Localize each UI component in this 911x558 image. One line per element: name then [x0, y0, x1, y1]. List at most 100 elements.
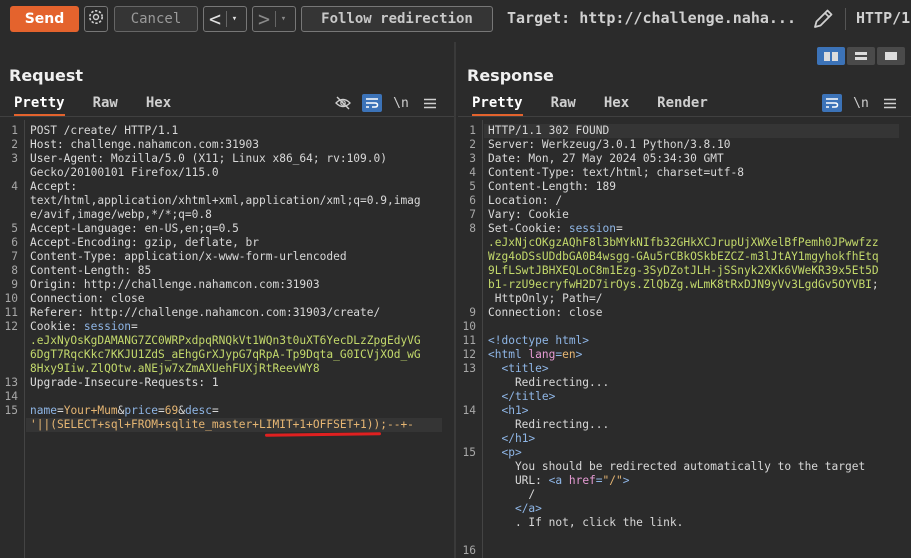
- code-token: You should be redirected automatically t…: [488, 460, 866, 473]
- settings-button[interactable]: [84, 6, 108, 32]
- code-token: application/x-www-form-urlencoded: [124, 250, 347, 263]
- code-line: URL: <a href="/">: [488, 474, 630, 488]
- line-number: 3: [469, 152, 476, 165]
- menu-icon[interactable]: [420, 94, 440, 112]
- tab-response-raw[interactable]: Raw: [551, 94, 576, 116]
- code-line: Location: /: [488, 194, 562, 208]
- code-line: <p>: [488, 446, 522, 460]
- chevron-down-icon[interactable]: ▾: [226, 11, 242, 27]
- eye-off-icon[interactable]: [333, 94, 353, 112]
- newline-icon[interactable]: \n: [851, 94, 871, 112]
- menu-icon[interactable]: [880, 94, 900, 112]
- code-token: <!doctype html>: [488, 334, 590, 347]
- request-title: Request: [9, 66, 84, 85]
- line-number: 10: [462, 320, 476, 333]
- layout-side-by-side-button[interactable]: [817, 47, 845, 65]
- layout-tabs-button[interactable]: [877, 47, 905, 65]
- code-token: Server:: [488, 138, 542, 151]
- code-line: Date: Mon, 27 May 2024 05:34:30 GMT: [488, 152, 724, 166]
- code-token: =: [158, 404, 165, 417]
- tab-request-pretty[interactable]: Pretty: [14, 94, 65, 116]
- code-token: desc: [185, 404, 212, 417]
- tab-response-hex[interactable]: Hex: [604, 94, 629, 116]
- http-version-selector[interactable]: HTTP/1: [856, 9, 910, 27]
- code-token: Gecko/20100101 Firefox/115.0: [30, 166, 219, 179]
- code-token: Content-Length:: [30, 264, 138, 277]
- chevron-right-icon: >: [257, 7, 271, 31]
- code-token: 9LfLSwtJBHXEQLoC8m1Ezg-3SyDZotJLH-jSSnyk…: [488, 264, 879, 277]
- code-line: Connection: close: [488, 306, 603, 320]
- line-number: 15: [462, 446, 476, 459]
- wrap-icon[interactable]: [362, 94, 382, 112]
- send-button[interactable]: Send: [10, 6, 79, 32]
- line-number: 3: [11, 152, 18, 165]
- code-line: POST /create/ HTTP/1.1: [30, 124, 178, 138]
- code-token: Werkzeug/3.0.1 Python/3.8.10: [541, 138, 731, 151]
- code-token: </h1>: [501, 432, 536, 445]
- pencil-icon: [811, 9, 835, 36]
- code-line: Redirecting...: [488, 376, 609, 390]
- chevron-down-icon[interactable]: ▾: [275, 11, 291, 27]
- tab-request-raw[interactable]: Raw: [93, 94, 118, 116]
- code-token: Mon, 27 May 2024 05:34:30 GMT: [528, 152, 724, 165]
- code-line: HttpOnly; Path=/: [488, 292, 603, 306]
- code-token: 1: [211, 376, 219, 389]
- code-token: gzip, deflate, br: [144, 236, 260, 249]
- layout-toggle: [815, 47, 905, 65]
- request-editor[interactable]: 1 POST /create/ HTTP/1.1 2 Host: challenge.…: [0, 120, 454, 558]
- code-token: close: [110, 292, 145, 305]
- code-token: >: [575, 348, 583, 361]
- code-line: Accept-Encoding: gzip, deflate, br: [30, 236, 259, 250]
- line-number: 12: [4, 320, 18, 333]
- code-token: Wzg4oDSsUDdbGA0B4wsgg-GAu5rCBkOSkbEZCZ-m…: [488, 250, 879, 263]
- code-token: Content-Type:: [488, 166, 583, 179]
- tab-response-pretty[interactable]: Pretty: [472, 94, 523, 116]
- cancel-button[interactable]: Cancel: [114, 6, 198, 32]
- code-line: Redirecting...: [488, 418, 609, 432]
- wrap-icon[interactable]: [822, 94, 842, 112]
- line-number: 11: [4, 306, 18, 319]
- code-token: e/avif,image/webp,*/*;q=0.8: [30, 208, 212, 221]
- target-url: Target: http://challenge.naha...: [507, 9, 796, 27]
- code-token: "/": [602, 474, 623, 487]
- next-request-button[interactable]: > ▾: [252, 6, 296, 32]
- code-line: Content-Type: application/x-www-form-url…: [30, 250, 347, 264]
- tab-response-render[interactable]: Render: [657, 94, 708, 116]
- code-token: session: [568, 222, 616, 235]
- line-number: 14: [462, 404, 476, 417]
- code-token: . If not, click the link.: [488, 516, 684, 529]
- edit-target-button[interactable]: [811, 6, 835, 32]
- line-number: 4: [11, 180, 18, 193]
- code-token: >: [622, 474, 630, 487]
- code-line: Origin: http://challenge.nahamcon.com:31…: [30, 278, 320, 292]
- code-token: .eJxNyOsKgDAMANG7ZC0WRPxdpqRNQkVt1WQn3t0…: [30, 334, 421, 347]
- code-token: text/html; charset=utf-8: [582, 166, 744, 179]
- layout-stacked-button[interactable]: [847, 47, 875, 65]
- follow-redirection-button[interactable]: Follow redirection: [301, 6, 493, 32]
- code-token: Host:: [30, 138, 71, 151]
- code-token: 189: [595, 180, 616, 193]
- line-number: 13: [4, 376, 18, 389]
- tab-request-hex[interactable]: Hex: [146, 94, 171, 116]
- code-token: HTTP/1.1 302 FOUND: [488, 124, 610, 137]
- newline-icon[interactable]: \n: [391, 94, 411, 112]
- response-tabs: Pretty Raw Hex Render: [472, 94, 736, 116]
- previous-request-button[interactable]: < ▾: [203, 6, 247, 32]
- panel-splitter[interactable]: [454, 42, 456, 558]
- code-line: e/avif,image/webp,*/*;q=0.8: [30, 208, 212, 222]
- response-editor[interactable]: 1 HTTP/1.1 302 FOUND 2 Server: Werkzeug/3.0…: [458, 120, 911, 558]
- code-line: Wzg4oDSsUDdbGA0B4wsgg-GAu5rCBkOSkbEZCZ-m…: [488, 250, 879, 264]
- code-line: 6DgT7RqcKkc7KKJU1ZdS_aEhgGrXJypG7qRpA-Tp…: [30, 348, 421, 362]
- request-editor-tools: \n: [324, 94, 440, 112]
- code-token: =: [615, 222, 623, 235]
- code-line: <h1>: [488, 404, 528, 418]
- code-token: challenge.nahamcon.com:31903: [70, 138, 260, 151]
- code-token: <p>: [501, 446, 522, 459]
- code-line: User-Agent: Mozilla/5.0 (X11; Linux x86_…: [30, 152, 387, 166]
- line-number: 12: [462, 348, 476, 361]
- code-line: Set-Cookie: session=: [488, 222, 623, 236]
